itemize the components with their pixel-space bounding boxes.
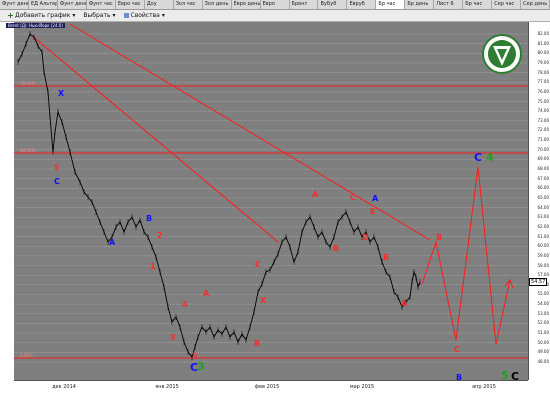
chart-drawing: 76.40%38.20%0.00%X5CBA2143A5C3BXCABCEADB… [14, 23, 528, 383]
wave-label: C [255, 260, 261, 269]
wave-label: B [146, 214, 152, 223]
tab-13[interactable]: Бр час [376, 0, 406, 9]
wave-label: B [333, 244, 339, 253]
tab-12[interactable]: Евруб [347, 0, 377, 9]
tab-7[interactable]: Зол день [203, 0, 232, 9]
wave-label: C [454, 345, 460, 354]
tab-10[interactable]: Брент [290, 0, 319, 9]
wave-label: A [312, 190, 319, 199]
tab-bar: Фунт деньЕД АльтернативФунт деньФунт час… [0, 0, 550, 10]
wave-label: A [203, 289, 210, 298]
wave-label: 5 [501, 369, 509, 382]
wave-label: A [372, 194, 379, 203]
wave-label: B [383, 253, 389, 262]
price-chart[interactable]: 82.00 81.00 80.00 79.00 78.00 77.00 76.00 75.00… [0, 22, 550, 402]
wave-label: 4 [486, 151, 494, 164]
tab-4[interactable]: Евро час [116, 0, 145, 9]
tab-2[interactable]: Фунт день [58, 0, 87, 9]
select-button[interactable]: Выбрать ▾ [83, 12, 115, 19]
last-price-marker: 54.57 [529, 278, 548, 286]
tab-3[interactable]: Фунт час [87, 0, 116, 9]
chart-toolbar: Добавить график ▾ Выбрать ▾ Свойства ▾ [0, 10, 550, 22]
tab-11[interactable]: ВуБуб [318, 0, 348, 9]
wave-label: A [401, 299, 408, 308]
chevron-down-icon: ▾ [112, 12, 116, 19]
add-chart-button[interactable]: Добавить график ▾ [8, 12, 75, 19]
plus-icon [8, 13, 13, 18]
price-line [17, 33, 421, 358]
wave-label: B [436, 233, 442, 242]
select-label: Выбрать [83, 12, 111, 19]
brand-logo [482, 34, 522, 74]
wave-label: C [54, 177, 60, 186]
wave-label: X [58, 89, 65, 98]
properties-button[interactable]: Свойства ▾ [123, 12, 165, 19]
tab-9[interactable]: Евро [261, 0, 290, 9]
chart-header-label: Brent (Д): Нью-Йорк (24.0) [6, 23, 65, 28]
chevron-down-icon: ▾ [72, 12, 76, 19]
wave-label: A [109, 238, 116, 247]
trend-line [29, 33, 279, 243]
wave-label: 5 [54, 163, 60, 172]
wave-label: 4 [182, 300, 188, 309]
projection-path [421, 166, 511, 345]
tab-14[interactable]: Бр день [405, 0, 435, 9]
wave-label: C [350, 193, 356, 202]
properties-label: Свойства [130, 12, 160, 19]
add-chart-label: Добавить график [15, 12, 71, 19]
wave-label: 3 [170, 333, 176, 342]
tab-1[interactable]: ЕД Альтернатив [29, 0, 58, 9]
tab-5[interactable]: Доу [145, 0, 174, 9]
tab-15[interactable]: Лист 6 [434, 0, 464, 9]
wave-label: 3 [197, 360, 205, 373]
fibonacci-level-label: 38.20% [20, 148, 35, 153]
wave-label: 2 [157, 231, 163, 240]
tab-18[interactable]: Сер день [521, 0, 550, 9]
fibonacci-level-label: 0.00% [20, 353, 33, 358]
wave-label: C [474, 151, 482, 164]
wave-label: C [511, 370, 519, 383]
tab-6[interactable]: Зол час [174, 0, 203, 9]
tab-0[interactable]: Фунт день [0, 0, 29, 9]
chevron-down-icon: ▾ [161, 12, 165, 19]
wave-label: E [370, 207, 375, 216]
wave-label: B [254, 339, 260, 348]
tab-17[interactable]: Сер час [492, 0, 522, 9]
tab-8[interactable]: Евро день [232, 0, 261, 9]
wave-label: X [260, 296, 267, 305]
tab-16[interactable]: Бр час [463, 0, 493, 9]
fibonacci-level-label: 76.40% [20, 81, 35, 86]
wave-label: B [456, 373, 462, 382]
wave-label: D [362, 233, 369, 242]
wave-label: 1 [150, 262, 156, 271]
properties-icon [123, 13, 129, 18]
